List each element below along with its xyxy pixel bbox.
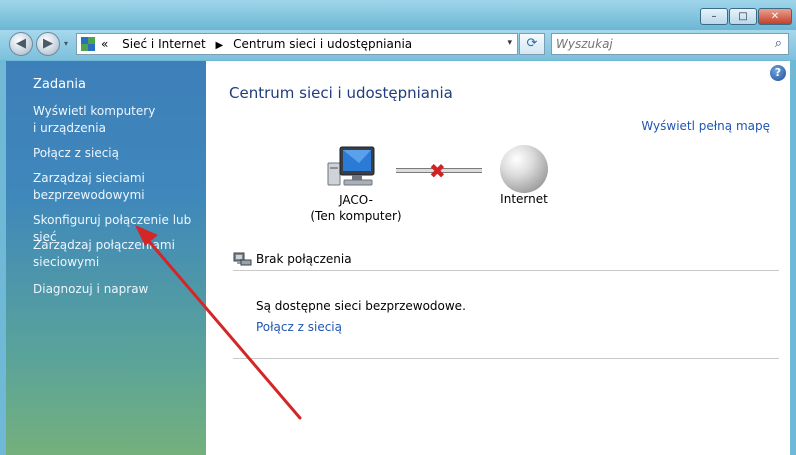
refresh-button[interactable]: ⟳ [519,33,545,55]
computer-icon[interactable] [326,145,378,189]
address-bar[interactable]: « Sieć i Internet ▶ Centrum sieci i udos… [76,33,518,55]
forward-button[interactable]: ▶ [36,32,60,56]
help-icon[interactable]: ? [770,65,786,81]
connection-status: Brak połączenia [256,252,352,266]
divider [233,270,779,271]
page-title: Centrum sieci i udostępniania [229,84,453,102]
sidebar-item-manage-connections[interactable]: Zarządzaj połączeniami sieciowymi [33,237,203,271]
sidebar-item-label: sieciowymi [33,255,100,269]
divider [233,358,779,359]
maximize-button[interactable]: □ [729,8,757,25]
back-icon: ◀ [16,36,26,51]
internet-label: Internet [500,192,548,206]
sidebar-item-connect[interactable]: Połącz z siecią [33,145,203,162]
sidebar-item-view-computers[interactable]: Wyświetl komputery i urządzenia [33,103,203,137]
refresh-icon: ⟳ [526,36,538,51]
minimize-button[interactable]: – [700,8,728,25]
breadcrumb-network-center[interactable]: Centrum sieci i udostępniania [233,37,412,51]
breadcrumb-separator[interactable]: ▶ [216,40,224,51]
close-button[interactable]: ✕ [758,8,792,25]
computer-label: JACO- (Ten komputer) [296,192,416,224]
disconnect-x-icon: ✖ [429,159,446,183]
network-status-icon [233,252,252,266]
sidebar-item-label: Zarządzaj sieciami [33,171,145,185]
globe-icon[interactable] [500,145,548,193]
search-input[interactable] [556,36,756,52]
title-bar: – □ ✕ [0,0,796,30]
connect-to-network-link[interactable]: Połącz z siecią [256,320,342,334]
navigation-bar: ◀ ▶ ▾ « Sieć i Internet ▶ Centrum sieci … [0,30,796,60]
sidebar-item-manage-wireless[interactable]: Zarządzaj sieciami bezprzewodowymi [33,170,203,204]
breadcrumb-network-internet[interactable]: Sieć i Internet [122,37,206,51]
search-box[interactable]: ⌕ [551,33,789,55]
sidebar-item-diagnose[interactable]: Diagnozuj i napraw [33,281,203,298]
network-folder-icon [81,37,95,51]
sidebar-item-label: Wyświetl komputery [33,104,156,118]
forward-icon: ▶ [43,36,53,51]
breadcrumb: « Sieć i Internet ▶ Centrum sieci i udos… [101,37,412,51]
tasks-heading: Zadania [33,77,86,92]
wireless-available-text: Są dostępne sieci bezprzewodowe. [256,299,466,313]
computer-name: JACO- [339,193,373,207]
sidebar-item-label: Połącz z siecią [33,146,119,160]
computer-note: (Ten komputer) [310,209,402,223]
main-content: ? Centrum sieci i udostępniania Wyświetl… [206,61,790,455]
view-full-map-link[interactable]: Wyświetl pełną mapę [641,119,770,133]
sidebar-item-label: Zarządzaj połączeniami [33,238,175,252]
sidebar-item-label: bezprzewodowymi [33,188,145,202]
back-button[interactable]: ◀ [9,32,33,56]
sidebar-item-label: i urządzenia [33,121,106,135]
recent-pages-dropdown[interactable]: ▾ [64,39,68,48]
breadcrumb-overflow[interactable]: « [101,37,108,51]
task-pane: Zadania Wyświetl komputery i urządzenia … [6,61,206,455]
search-icon[interactable]: ⌕ [775,36,782,51]
sidebar-item-label: Diagnozuj i napraw [33,282,149,296]
address-dropdown[interactable]: ▾ [507,38,512,48]
